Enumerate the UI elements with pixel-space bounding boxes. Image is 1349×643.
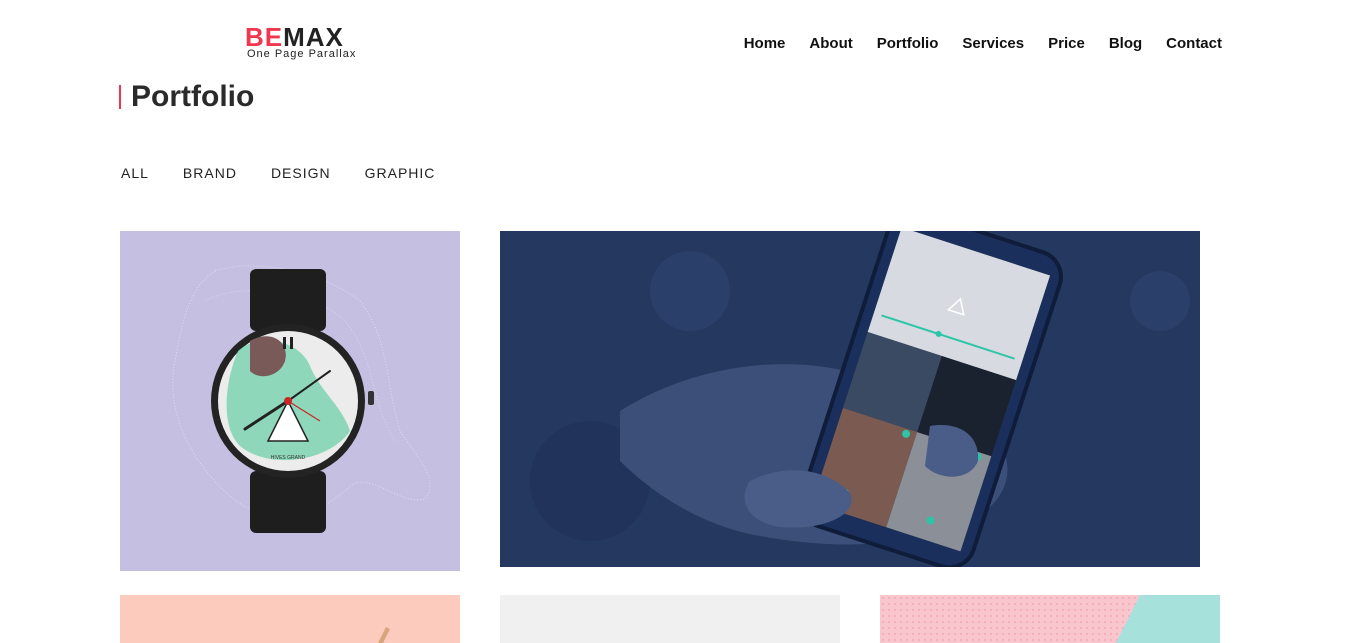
nav-about[interactable]: About <box>809 35 852 52</box>
filter-design[interactable]: DESIGN <box>271 165 331 181</box>
nav-portfolio[interactable]: Portfolio <box>877 35 939 52</box>
main-nav: Home About Portfolio Services Price Blog… <box>744 35 1222 52</box>
watch-brand-text: HIVES GRAND <box>271 455 306 461</box>
nav-blog[interactable]: Blog <box>1109 35 1142 52</box>
section-header: Portfolio <box>119 80 254 114</box>
portfolio-item-watch[interactable]: HIVES GRAND <box>120 231 460 571</box>
logo-tagline: One Page Parallax <box>247 48 357 60</box>
filter-graphic[interactable]: GRAPHIC <box>365 165 436 181</box>
portfolio-item-gray[interactable] <box>500 595 840 643</box>
nav-price[interactable]: Price <box>1048 35 1085 52</box>
filter-brand[interactable]: BRAND <box>183 165 237 181</box>
filter-all[interactable]: ALL <box>121 165 149 181</box>
nav-contact[interactable]: Contact <box>1166 35 1222 52</box>
peach-image <box>378 627 390 643</box>
page: BEMAX One Page Parallax Home About Portf… <box>0 0 1349 643</box>
pink-mint-image <box>880 595 1220 643</box>
portfolio-item-pink[interactable] <box>880 595 1220 643</box>
watch-image: HIVES GRAND <box>172 265 431 533</box>
logo-wordmark: BEMAX <box>245 24 375 50</box>
logo[interactable]: BEMAX One Page Parallax <box>245 24 375 64</box>
portfolio-item-peach[interactable] <box>120 595 460 643</box>
phone-in-hand-image <box>530 231 1190 567</box>
nav-services[interactable]: Services <box>962 35 1024 52</box>
nav-home[interactable]: Home <box>744 35 786 52</box>
portfolio-filters: ALL BRAND DESIGN GRAPHIC <box>121 165 435 181</box>
title-accent-bar <box>119 85 121 109</box>
page-title: Portfolio <box>131 80 255 113</box>
portfolio-item-phone-app[interactable] <box>500 231 1200 567</box>
